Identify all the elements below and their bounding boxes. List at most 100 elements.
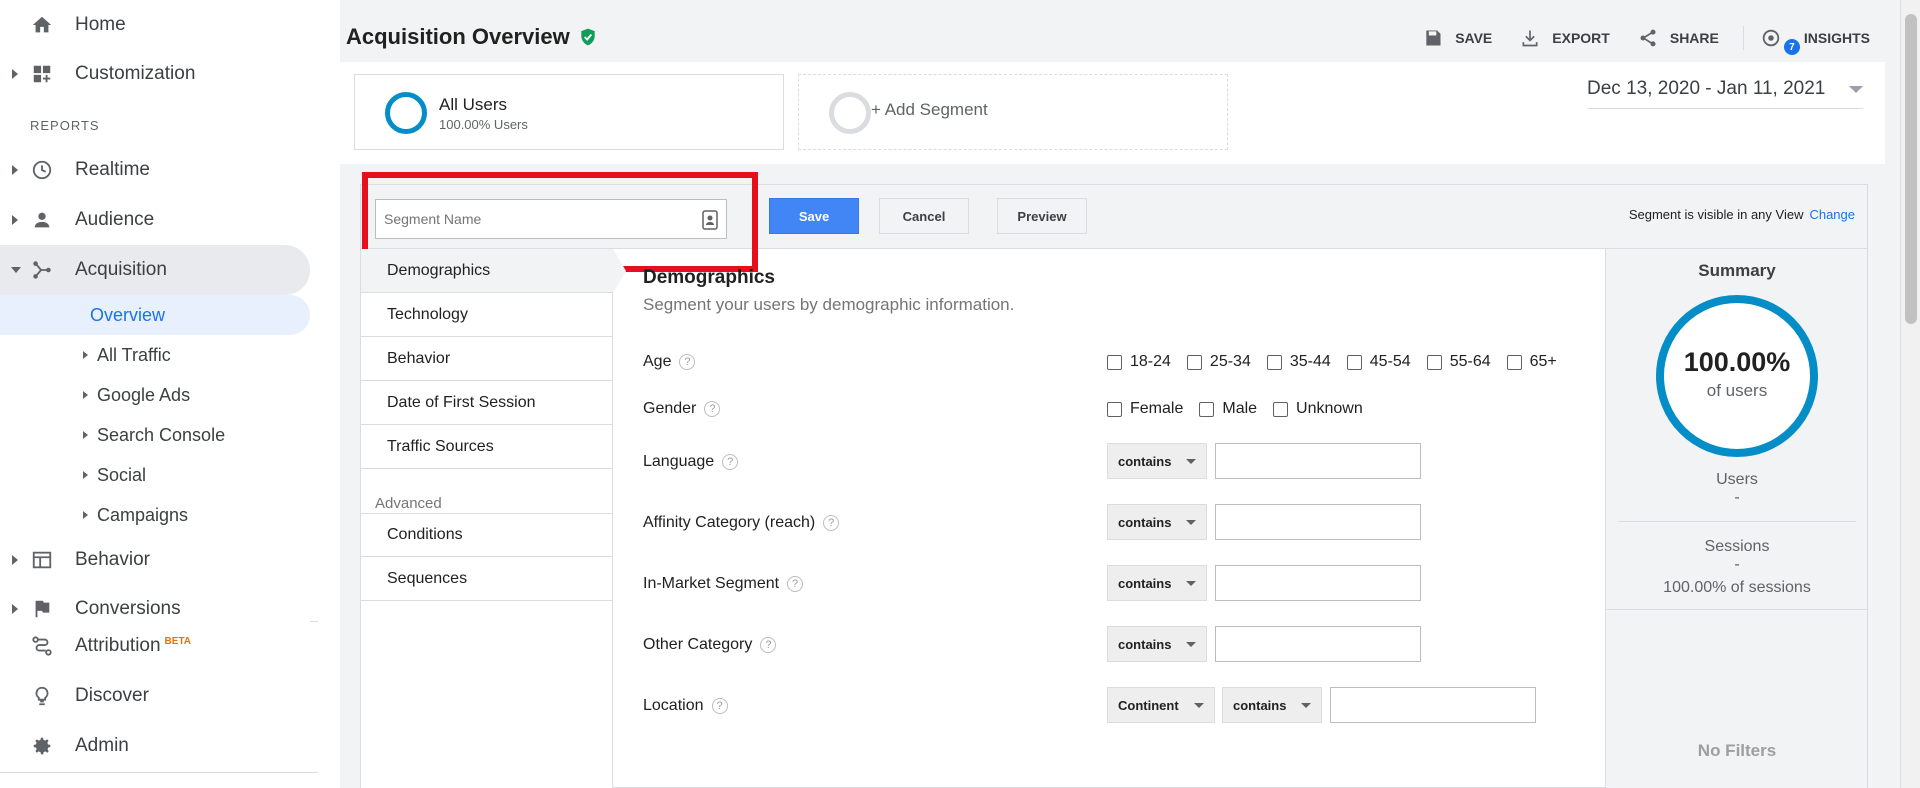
sidebar-subitem-social[interactable]: Social bbox=[0, 455, 310, 495]
checkbox-box[interactable] bbox=[1266, 354, 1282, 370]
cancel-button[interactable]: Cancel bbox=[879, 198, 969, 234]
category-conditions[interactable]: Conditions bbox=[361, 513, 613, 557]
checkbox-box[interactable] bbox=[1273, 401, 1289, 417]
add-segment-card[interactable]: + Add Segment bbox=[798, 74, 1228, 150]
help-icon[interactable]: ? bbox=[760, 637, 777, 653]
sidebar-item-label: Realtime bbox=[75, 159, 150, 180]
checkbox-box[interactable] bbox=[1506, 354, 1522, 370]
form-title: Demographics bbox=[643, 267, 775, 288]
select-value: contains bbox=[1118, 575, 1172, 591]
help-icon[interactable]: ? bbox=[704, 401, 721, 417]
caret-right-icon bbox=[83, 431, 88, 439]
sidebar-subitem-label: Social bbox=[97, 464, 147, 485]
help-icon[interactable]: ? bbox=[679, 354, 696, 370]
location-label-text: Location bbox=[643, 697, 704, 714]
sidebar-subitem-label: All Traffic bbox=[97, 344, 171, 365]
sidebar-item-behavior[interactable]: Behavior bbox=[0, 535, 310, 585]
in-market-input[interactable] bbox=[1215, 565, 1421, 601]
language-operator-select[interactable]: contains bbox=[1107, 443, 1207, 479]
sidebar-subitem-campaigns[interactable]: Campaigns bbox=[0, 495, 310, 535]
age-checkbox-45-54[interactable]: 45-54 bbox=[1346, 353, 1411, 371]
summary-separator bbox=[1618, 521, 1856, 522]
segment-name-input[interactable] bbox=[376, 200, 696, 238]
help-icon[interactable]: ? bbox=[823, 515, 840, 531]
category-label: Sequences bbox=[387, 569, 468, 587]
page-scrollbar[interactable] bbox=[1900, 0, 1920, 788]
checkbox-box[interactable] bbox=[1426, 354, 1442, 370]
help-icon[interactable]: ? bbox=[711, 698, 728, 714]
age-label-text: Age bbox=[643, 353, 672, 370]
checkbox-box[interactable] bbox=[1107, 401, 1122, 417]
gender-checkbox-male[interactable]: Male bbox=[1199, 400, 1257, 418]
sidebar-item-label: Behavior bbox=[75, 549, 150, 570]
insights-button[interactable]: 7 INSIGHTS bbox=[1760, 27, 1870, 55]
advanced-label: Advanced bbox=[375, 495, 442, 512]
preview-button[interactable]: Preview bbox=[997, 198, 1087, 234]
affinity-operator-select[interactable]: contains bbox=[1107, 504, 1207, 540]
sidebar-item-discover[interactable]: Discover bbox=[0, 671, 310, 721]
save-button[interactable]: Save bbox=[769, 198, 859, 234]
summary-percent: 100.00% bbox=[1683, 347, 1791, 377]
segment-name: All Users bbox=[439, 95, 508, 114]
sidebar-item-admin[interactable]: Admin bbox=[0, 721, 310, 771]
gender-checkbox-unknown[interactable]: Unknown bbox=[1273, 400, 1363, 418]
sidebar-item-home[interactable]: Home bbox=[0, 0, 310, 50]
sidebar-subitem-overview[interactable]: Overview bbox=[0, 295, 310, 335]
sidebar-subitem-google-ads[interactable]: Google Ads bbox=[0, 375, 310, 415]
checkbox-box[interactable] bbox=[1346, 354, 1362, 370]
sidebar-item-realtime[interactable]: Realtime bbox=[0, 145, 310, 195]
sidebar-item-label: Audience bbox=[75, 209, 155, 230]
sidebar-subitem-label: Overview bbox=[90, 304, 166, 325]
contact-card-icon[interactable] bbox=[702, 210, 718, 230]
checkbox-box[interactable] bbox=[1186, 354, 1202, 370]
help-icon[interactable]: ? bbox=[787, 576, 804, 592]
other-category-input[interactable] bbox=[1215, 626, 1421, 662]
export-button[interactable]: EXPORT bbox=[1520, 28, 1610, 48]
in-market-operator-select[interactable]: contains bbox=[1107, 565, 1207, 601]
sidebar-subitem-all-traffic[interactable]: All Traffic bbox=[0, 335, 310, 375]
save-report-button[interactable]: SAVE bbox=[1423, 28, 1492, 48]
age-checkbox-65-plus[interactable]: 65+ bbox=[1506, 353, 1557, 371]
category-demographics[interactable]: Demographics bbox=[361, 249, 626, 293]
caret-down-icon bbox=[11, 267, 21, 273]
sidebar-item-attribution[interactable]: Attribution BETA bbox=[0, 621, 310, 671]
add-segment-label: + Add Segment bbox=[871, 100, 988, 119]
sidebar-item-customization[interactable]: Customization bbox=[0, 49, 310, 99]
age-checkbox-25-34[interactable]: 25-34 bbox=[1186, 353, 1251, 371]
category-date-of-first-session[interactable]: Date of First Session bbox=[361, 381, 613, 425]
segment-card-all-users[interactable]: All Users 100.00% Users bbox=[354, 74, 784, 150]
date-range-picker[interactable]: Dec 13, 2020 - Jan 11, 2021 bbox=[1587, 78, 1863, 109]
language-label-text: Language bbox=[643, 453, 715, 470]
category-sequences[interactable]: Sequences bbox=[361, 557, 613, 601]
sidebar-item-label: Acquisition bbox=[75, 259, 167, 280]
behavior-icon bbox=[30, 548, 54, 572]
no-filters-label: No Filters bbox=[1697, 741, 1777, 760]
other-category-operator-select[interactable]: contains bbox=[1107, 626, 1207, 662]
sidebar-subitem-search-console[interactable]: Search Console bbox=[0, 415, 310, 455]
sidebar-item-acquisition[interactable]: Acquisition bbox=[0, 245, 310, 295]
checkbox-box[interactable] bbox=[1199, 401, 1215, 417]
help-icon[interactable]: ? bbox=[722, 454, 739, 470]
age-checkbox-35-44[interactable]: 35-44 bbox=[1266, 353, 1331, 371]
category-technology[interactable]: Technology bbox=[361, 293, 613, 337]
location-scope-select[interactable]: Continent bbox=[1107, 687, 1215, 723]
age-checkbox-55-64[interactable]: 55-64 bbox=[1426, 353, 1491, 371]
checkbox-box[interactable] bbox=[1107, 354, 1122, 370]
location-input[interactable] bbox=[1330, 687, 1536, 723]
gender-checkbox-female[interactable]: Female bbox=[1107, 400, 1183, 418]
category-behavior[interactable]: Behavior bbox=[361, 337, 613, 381]
affinity-input[interactable] bbox=[1215, 504, 1421, 540]
scrollbar-thumb[interactable] bbox=[1905, 14, 1917, 324]
checkbox-label: Male bbox=[1222, 400, 1258, 417]
checkbox-label: 65+ bbox=[1529, 353, 1557, 370]
location-operator-select[interactable]: contains bbox=[1222, 687, 1322, 723]
flag-icon bbox=[30, 597, 54, 621]
language-input[interactable] bbox=[1215, 443, 1421, 479]
category-traffic-sources[interactable]: Traffic Sources bbox=[361, 425, 613, 469]
change-visibility-link[interactable]: Change bbox=[1809, 207, 1855, 222]
age-checkbox-18-24[interactable]: 18-24 bbox=[1107, 353, 1171, 371]
checkbox-label: 55-64 bbox=[1449, 353, 1491, 370]
share-button[interactable]: SHARE bbox=[1638, 28, 1719, 48]
sidebar-item-audience[interactable]: Audience bbox=[0, 195, 310, 245]
gear-icon bbox=[30, 734, 54, 758]
